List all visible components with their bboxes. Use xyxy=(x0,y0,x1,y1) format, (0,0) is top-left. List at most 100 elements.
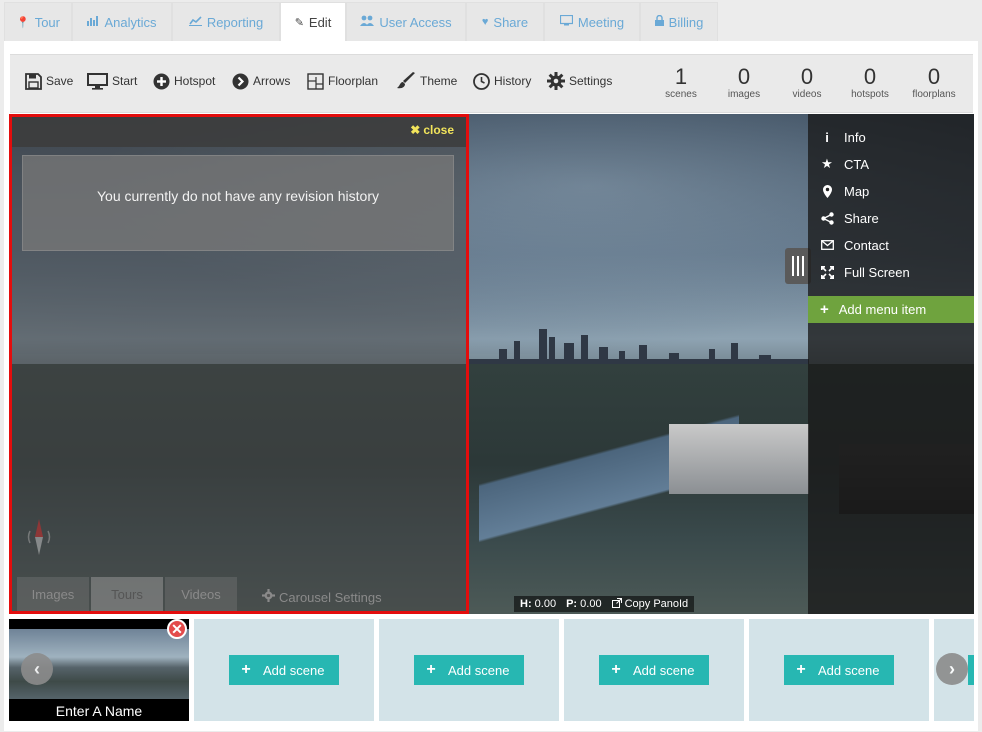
heart-icon: ♥ xyxy=(481,16,489,28)
history-message: You currently do not have any revision h… xyxy=(97,188,379,204)
scene-name[interactable]: Enter A Name xyxy=(9,703,189,719)
stat-videos: 0 videos xyxy=(776,64,838,101)
close-button[interactable]: ✖ close xyxy=(410,123,454,137)
history-header xyxy=(12,117,466,147)
carousel-tab-images[interactable]: Images xyxy=(17,577,89,611)
stat-label: images xyxy=(727,89,761,100)
compass-icon[interactable] xyxy=(26,517,52,557)
editor-panel: Save Start Hotspot Arrows Floorplan Them… xyxy=(4,41,978,731)
tab-label: Share xyxy=(493,14,529,30)
plus-icon: + xyxy=(241,661,251,678)
carousel-tab-videos[interactable]: Videos xyxy=(165,577,237,611)
monitor-icon xyxy=(86,72,108,90)
tab-label: Edit xyxy=(308,14,332,30)
share-icon xyxy=(820,211,834,225)
stat-images: 0 images xyxy=(713,64,775,101)
tab-reporting[interactable]: Reporting xyxy=(172,2,280,41)
add-scene-button[interactable]: + Add scene xyxy=(414,655,524,685)
tab-meeting[interactable]: Meeting xyxy=(544,2,640,41)
tab-label: Meeting xyxy=(577,14,625,30)
menu-item-label: Share xyxy=(844,210,879,226)
heading-readout: H: 0.00 xyxy=(520,598,556,610)
stat-value: 0 xyxy=(927,64,941,89)
menu-item-label: CTA xyxy=(844,156,870,172)
settings-button[interactable]: Settings xyxy=(547,72,612,90)
panorama-viewer[interactable]: ✖ close You currently do not have any re… xyxy=(9,114,974,614)
info-icon: i xyxy=(825,129,829,145)
add-scene-button[interactable]: + Add scene xyxy=(229,655,339,685)
menu-item-full-screen[interactable]: Full Screen xyxy=(808,259,974,285)
save-icon xyxy=(24,72,42,90)
add-scene-button-partial[interactable] xyxy=(968,655,974,685)
coordinates-bar: H: 0.00 P: 0.00 Copy PanoId xyxy=(514,596,695,612)
plus-circle-icon xyxy=(152,72,170,90)
tab-share[interactable]: ♥ Share xyxy=(466,2,544,41)
clock-icon xyxy=(472,72,490,90)
scene-slot: + Add scene xyxy=(749,619,929,721)
tab-label: Billing xyxy=(668,14,704,30)
gear-icon xyxy=(547,72,565,90)
add-scene-label: Add scene xyxy=(263,662,325,678)
scene-slot: + Add scene xyxy=(379,619,559,721)
stat-label: floorplans xyxy=(912,89,956,100)
chevron-right-icon: › xyxy=(949,658,955,679)
plus-icon: + xyxy=(820,301,829,318)
heading-label: H: xyxy=(520,598,532,610)
add-scene-label: Add scene xyxy=(448,662,510,678)
history-button[interactable]: History xyxy=(472,72,531,90)
floorplan-button[interactable]: Floorplan xyxy=(306,72,378,90)
stat-value: 0 xyxy=(863,64,877,89)
copy-panoid-label: Copy PanoId xyxy=(624,598,689,610)
pitch-label: P: xyxy=(566,598,578,610)
save-label: Save xyxy=(46,74,74,88)
carousel-settings-button[interactable]: Carousel Settings xyxy=(262,589,382,605)
users-icon xyxy=(360,15,375,29)
expand-icon xyxy=(820,265,834,279)
save-button[interactable]: Save xyxy=(24,72,73,90)
menu-item-map[interactable]: Map xyxy=(808,178,974,204)
floorplan-icon xyxy=(306,72,324,90)
tab-tour[interactable]: 📍 Tour xyxy=(4,2,72,41)
menu-item-info[interactable]: i Info xyxy=(808,124,974,150)
start-button[interactable]: Start xyxy=(86,72,137,90)
stat-scenes: 1 scenes xyxy=(650,65,712,101)
menu-item-label: Full Screen xyxy=(844,264,910,280)
scroll-left-button[interactable]: ‹ xyxy=(21,653,53,685)
tab-user-access[interactable]: User Access xyxy=(346,2,466,41)
chevron-left-icon: ‹ xyxy=(34,658,40,679)
stat-value: 0 xyxy=(737,64,751,89)
carousel-settings-label: Carousel Settings xyxy=(279,589,382,605)
close-label: close xyxy=(423,123,454,137)
map-marker-icon: 📍 xyxy=(16,16,30,29)
carousel-tab-tours[interactable]: Tours xyxy=(91,577,163,611)
editor-toolbar: Save Start Hotspot Arrows Floorplan Them… xyxy=(10,54,973,113)
stat-value: 0 xyxy=(800,64,814,89)
tab-analytics[interactable]: Analytics xyxy=(72,2,172,41)
add-scene-button[interactable]: + Add scene xyxy=(599,655,709,685)
pitch-value: 0.00 xyxy=(580,598,602,610)
arrows-button[interactable]: Arrows xyxy=(231,72,290,90)
tab-billing[interactable]: Billing xyxy=(640,2,718,41)
hotspot-button[interactable]: Hotspot xyxy=(152,72,215,90)
menu-item-cta[interactable]: ★ CTA xyxy=(808,151,974,177)
close-icon: ✖ xyxy=(410,123,421,137)
stat-hotspots: 0 hotspots xyxy=(839,64,901,101)
copy-panoid-button[interactable]: Copy PanoId xyxy=(611,597,689,611)
tab-label: Reporting xyxy=(206,14,264,30)
tab-label: User Access xyxy=(379,14,452,30)
panorama-warehouse xyxy=(669,424,809,494)
add-scene-button[interactable]: + Add scene xyxy=(784,655,894,685)
arrows-label: Arrows xyxy=(253,74,291,88)
envelope-icon xyxy=(820,240,834,250)
theme-button[interactable]: Theme xyxy=(396,72,457,90)
menu-item-contact[interactable]: Contact xyxy=(808,232,974,258)
history-message-box: You currently do not have any revision h… xyxy=(22,155,454,251)
tab-edit[interactable]: ✎ Edit xyxy=(280,2,346,41)
menu-item-share[interactable]: Share xyxy=(808,205,974,231)
delete-scene-button[interactable]: ✕ xyxy=(167,619,187,639)
carousel-tab-label: Videos xyxy=(181,586,221,602)
scroll-right-button[interactable]: › xyxy=(936,653,968,685)
history-label: History xyxy=(494,74,532,88)
add-menu-item-button[interactable]: + Add menu item xyxy=(808,296,974,323)
plus-icon: + xyxy=(426,661,436,678)
